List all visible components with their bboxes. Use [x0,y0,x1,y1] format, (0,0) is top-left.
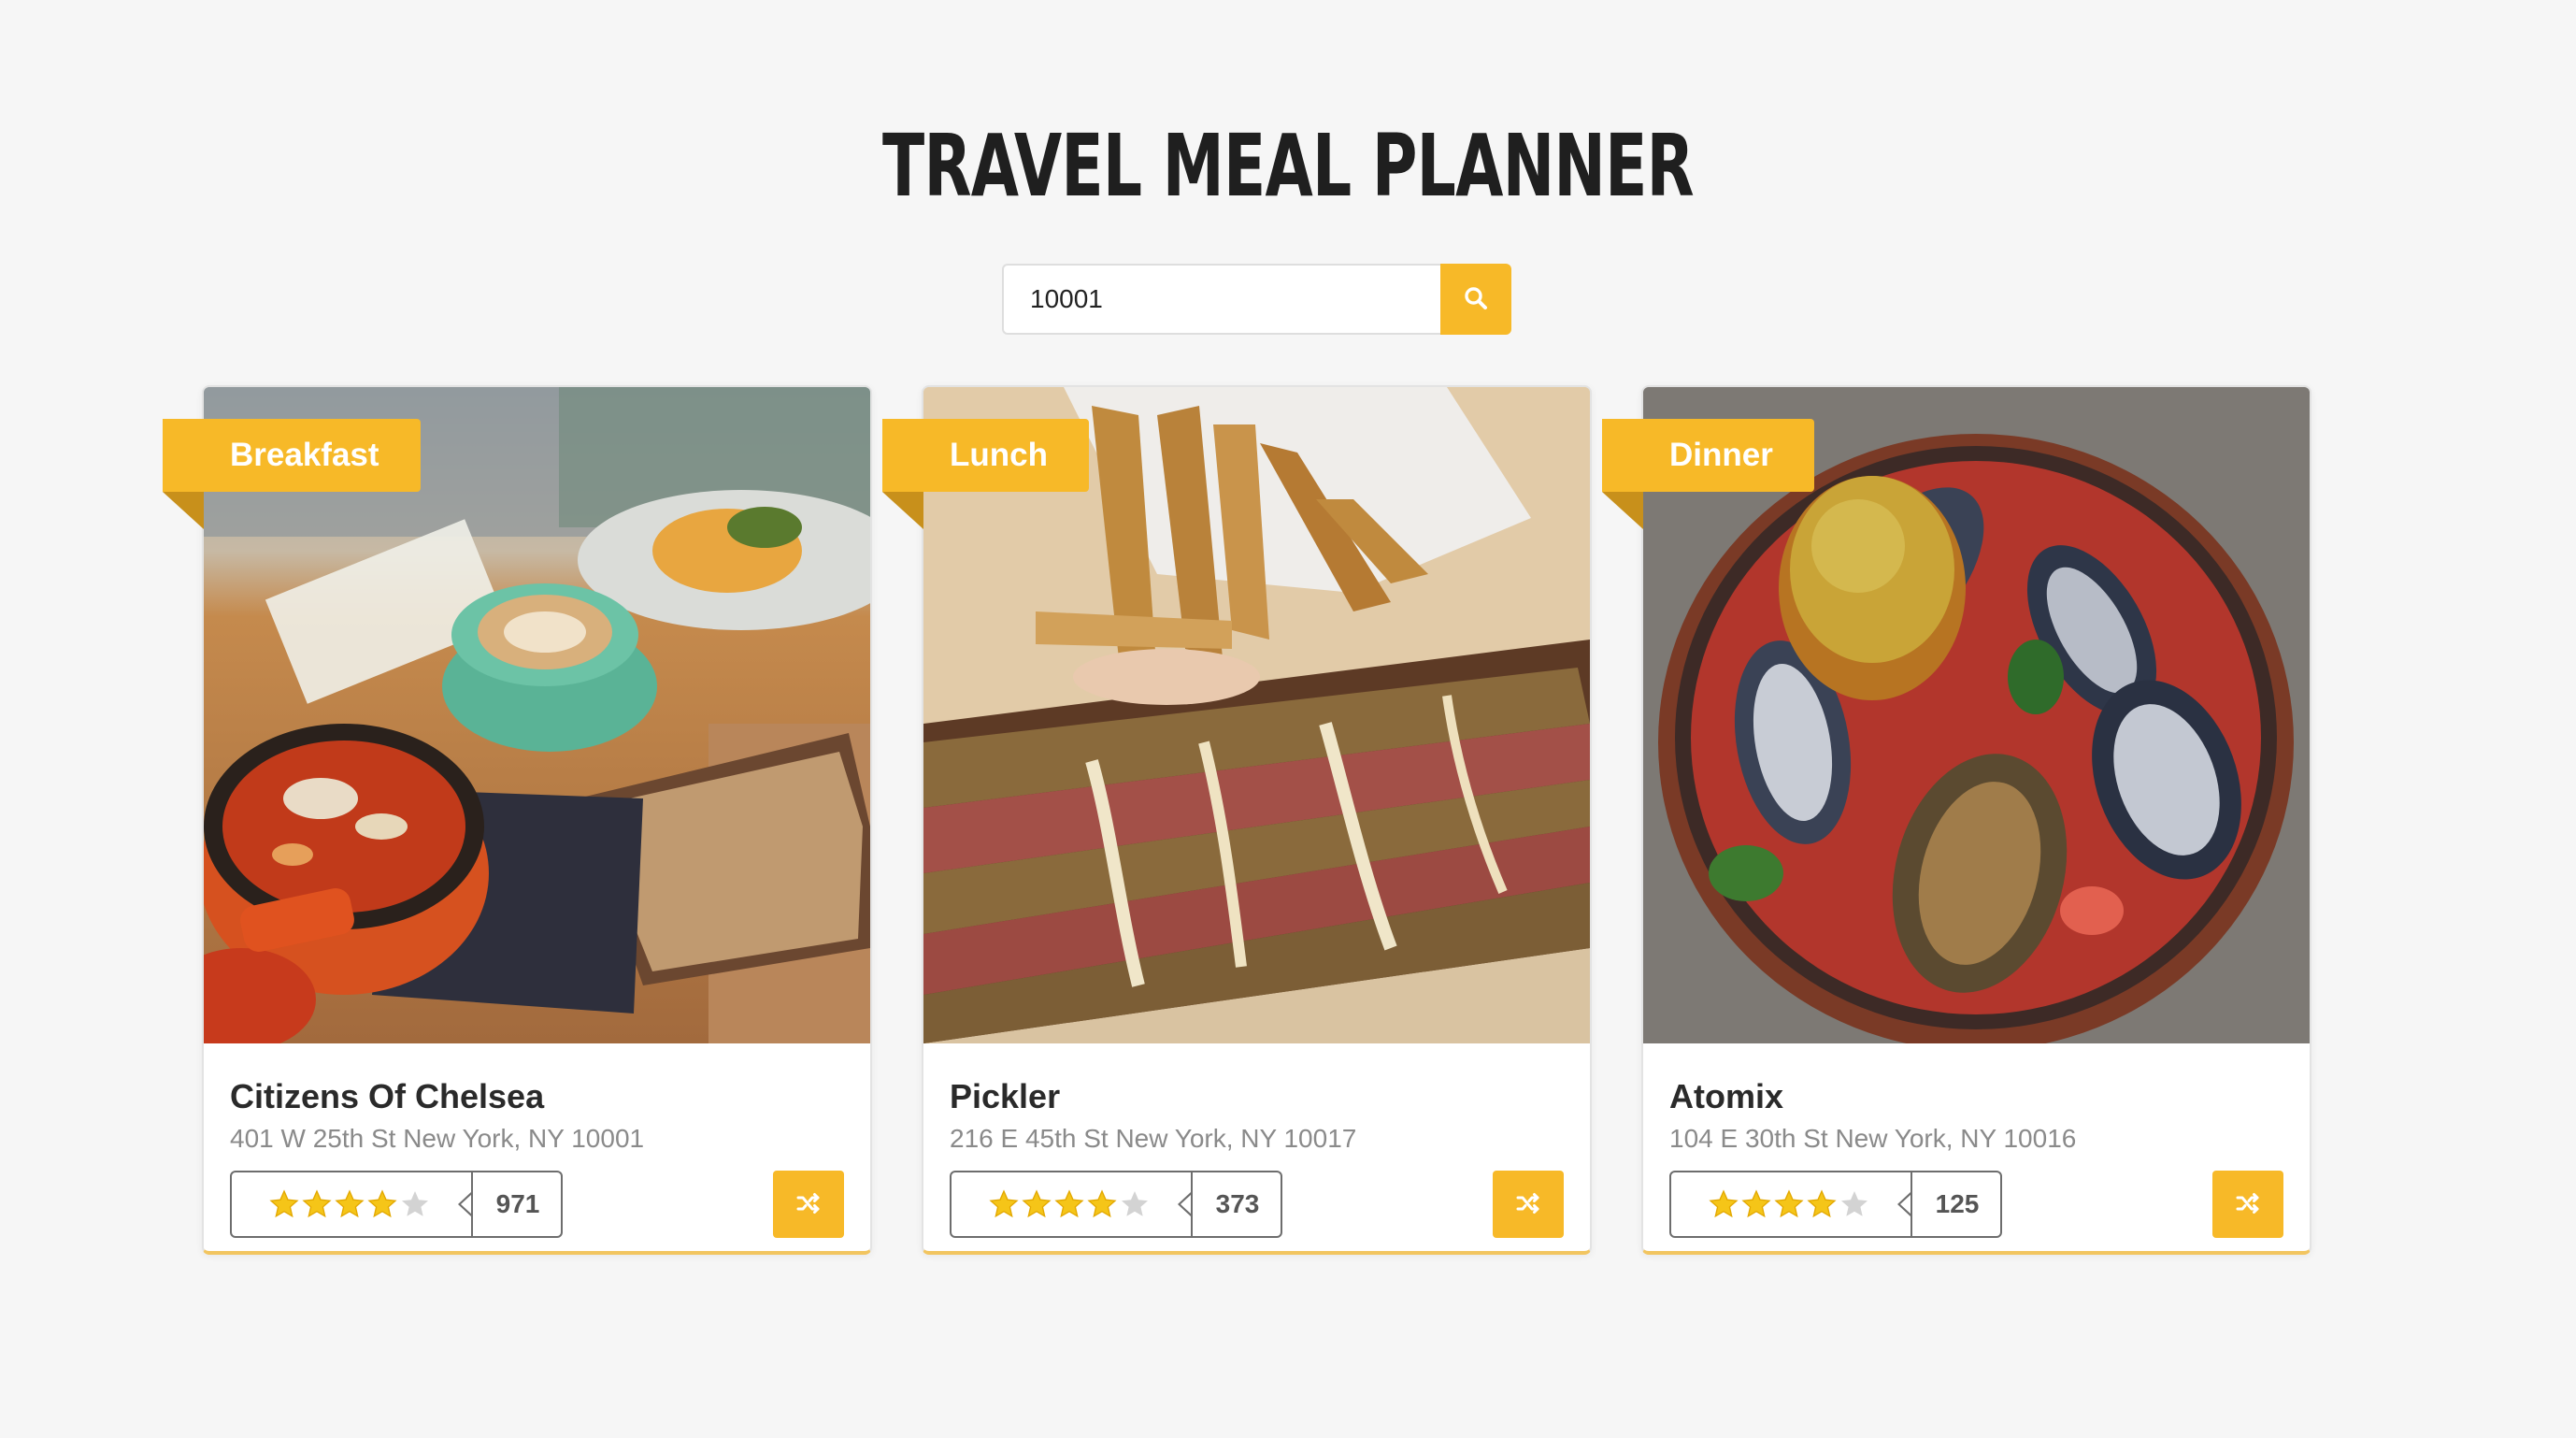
card-body: Citizens Of Chelsea 401 W 25th St New Yo… [204,1043,870,1253]
review-count: 971 [471,1172,563,1236]
star-filled-icon [1709,1189,1739,1219]
rating-box: 373 [950,1171,1282,1238]
star-filled-icon [989,1189,1019,1219]
shuffle-icon [795,1190,822,1219]
star-rating [269,1172,430,1236]
shuffle-button[interactable] [1493,1171,1564,1238]
star-filled-icon [335,1189,365,1219]
shuffle-button[interactable] [773,1171,844,1238]
star-filled-icon [1022,1189,1052,1219]
restaurant-name: Citizens Of Chelsea [230,1077,545,1115]
star-filled-icon [367,1189,397,1219]
star-filled-icon [302,1189,332,1219]
star-rating [989,1172,1150,1236]
card-body: Atomix 104 E 30th St New York, NY 10016 … [1643,1043,2310,1253]
shuffle-button[interactable] [2212,1171,2283,1238]
restaurant-name: Pickler [950,1077,1061,1115]
star-filled-icon [1087,1189,1117,1219]
ribbon-fold [882,492,923,529]
shuffle-icon [1515,1190,1541,1219]
restaurant-address: 401 W 25th St New York, NY 10001 [230,1124,645,1153]
meal-ribbon: Breakfast [163,419,421,492]
rating-box: 125 [1669,1171,2002,1238]
star-filled-icon [1054,1189,1084,1219]
review-count: 373 [1191,1172,1282,1236]
star-filled-icon [269,1189,299,1219]
meal-card-lunch[interactable]: Lunch Pickler 216 E 45th St New York, NY… [882,385,1592,1255]
star-empty-icon [1120,1189,1150,1219]
app-root: TRAVEL MEAL PLANNER Breakfast [0,0,2576,1438]
search-icon [1463,285,1489,314]
restaurant-address: 216 E 45th St New York, NY 10017 [950,1124,1357,1153]
page-title: TRAVEL MEAL PLANNER [882,116,1695,216]
rating-box: 971 [230,1171,563,1238]
meal-cards: Breakfast Citizens Of Chelsea 401 W 25th… [0,385,2576,1255]
ribbon-fold [1602,492,1643,529]
star-filled-icon [1774,1189,1804,1219]
search-input[interactable] [1002,264,1440,335]
restaurant-address: 104 E 30th St New York, NY 10016 [1669,1124,2077,1153]
star-empty-icon [1839,1189,1869,1219]
review-count: 125 [1911,1172,2002,1236]
star-filled-icon [1807,1189,1837,1219]
search-form [1002,264,1511,335]
shuffle-icon [2235,1190,2261,1219]
ribbon-fold [163,492,204,529]
star-rating [1709,1172,1869,1236]
meal-ribbon: Dinner [1602,419,1814,492]
search-button[interactable] [1440,264,1511,335]
star-filled-icon [1741,1189,1771,1219]
star-empty-icon [400,1189,430,1219]
card-body: Pickler 216 E 45th St New York, NY 10017… [923,1043,1590,1253]
meal-card-dinner[interactable]: Dinner Atomix 104 E 30th St New York, NY… [1602,385,2311,1255]
meal-card-breakfast[interactable]: Breakfast Citizens Of Chelsea 401 W 25th… [163,385,872,1255]
restaurant-name: Atomix [1669,1077,1784,1115]
meal-ribbon: Lunch [882,419,1089,492]
